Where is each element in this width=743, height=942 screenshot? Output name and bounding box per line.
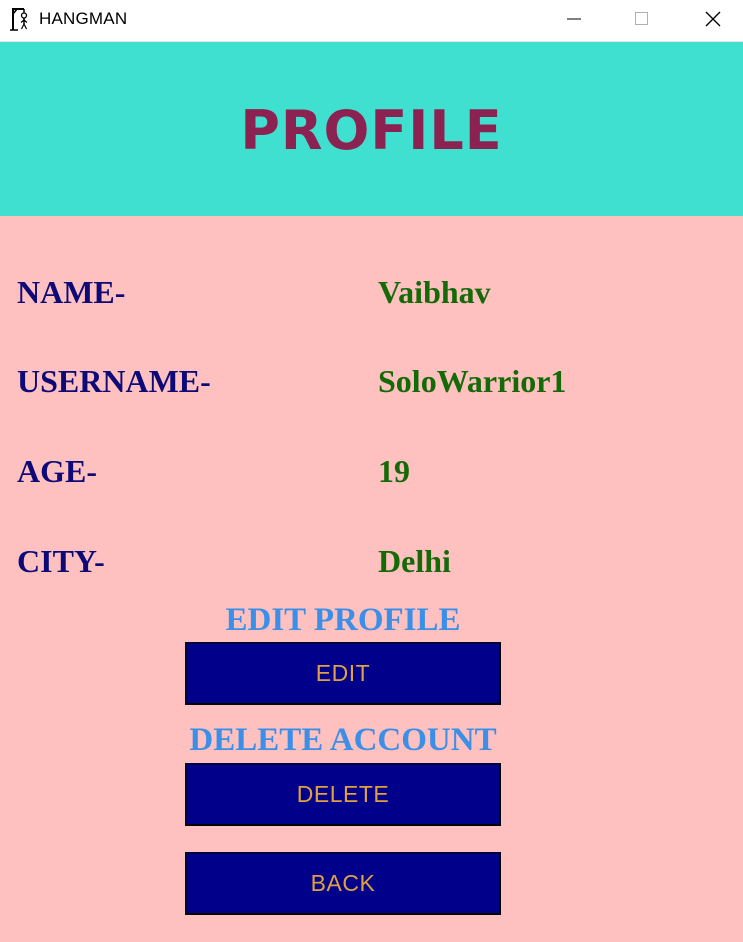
city-label: CITY- bbox=[17, 543, 105, 579]
age-label: AGE- bbox=[17, 453, 97, 489]
username-label: USERNAME- bbox=[17, 363, 211, 399]
window-title: HANGMAN bbox=[39, 9, 128, 28]
delete-button[interactable]: DELETE bbox=[185, 763, 501, 826]
page-title: PROFILE bbox=[240, 99, 503, 162]
maximize-button[interactable] bbox=[619, 0, 665, 38]
profile-content bbox=[0, 216, 743, 942]
name-value: Vaibhav bbox=[378, 274, 491, 310]
minimize-button[interactable] bbox=[551, 0, 597, 38]
title-bar[interactable]: HANGMAN bbox=[0, 0, 743, 42]
delete-account-heading: DELETE ACCOUNT bbox=[189, 722, 497, 758]
city-value: Delhi bbox=[378, 543, 451, 579]
close-icon bbox=[705, 11, 721, 27]
app-window: HANGMAN PROFILE NAME- Vaibhav USERNAME- … bbox=[0, 0, 743, 942]
username-value: SoloWarrior1 bbox=[378, 363, 567, 399]
close-button[interactable] bbox=[690, 0, 736, 38]
maximize-icon bbox=[635, 12, 648, 25]
edit-button[interactable]: EDIT bbox=[185, 642, 501, 705]
name-label: NAME- bbox=[17, 274, 126, 310]
hangman-gallows-icon bbox=[10, 8, 28, 31]
edit-profile-heading: EDIT PROFILE bbox=[225, 602, 461, 638]
back-button[interactable]: BACK bbox=[185, 852, 501, 915]
age-value: 19 bbox=[378, 453, 410, 489]
minimize-icon bbox=[567, 18, 581, 20]
